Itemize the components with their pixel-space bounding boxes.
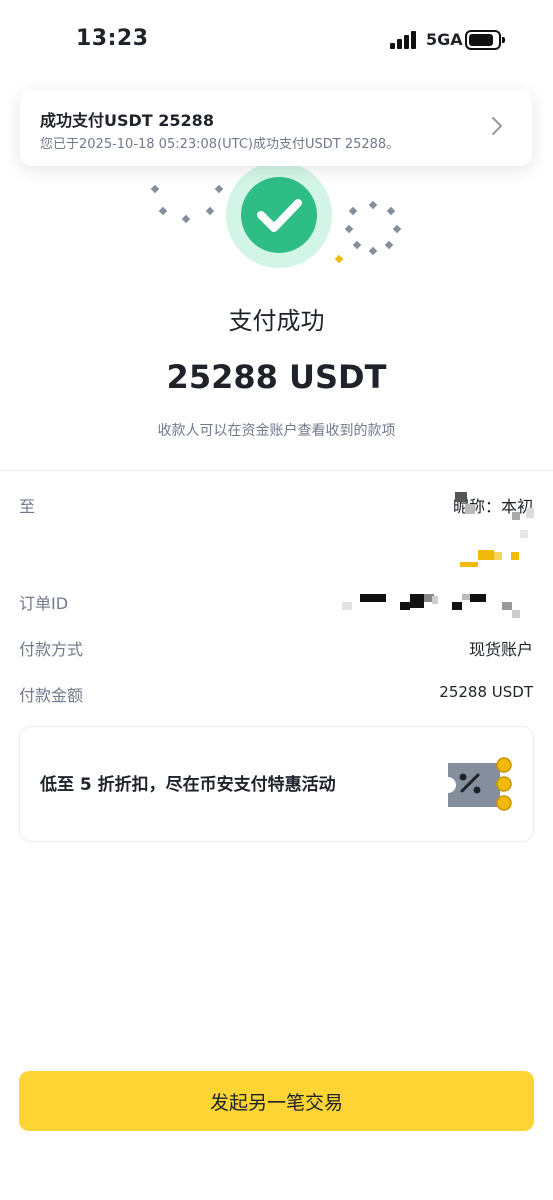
- payment-notification-banner[interactable]: 成功支付USDT 25288 您已于2025-10-18 05:23:08(UT…: [20, 90, 532, 166]
- order-id-label: 订单ID: [19, 594, 69, 613]
- network-label: 5GA: [426, 30, 463, 49]
- chevron-right-icon: [492, 117, 502, 135]
- to-label: 至: [19, 497, 36, 516]
- notification-body: 您已于2025-10-18 05:23:08(UTC)成功支付USDT 2528…: [40, 137, 400, 152]
- battery-icon: [465, 30, 505, 50]
- payment-amount-value: 25288 USDT: [439, 683, 533, 701]
- discount-coupon-icon: [448, 757, 512, 811]
- promo-card[interactable]: 低至 5 折折扣，尽在币安支付特惠活动: [19, 726, 534, 842]
- divider: [0, 470, 553, 471]
- payment-method-value: 现货账户: [468, 640, 533, 659]
- payment-amount: 25288 USDT: [166, 358, 387, 396]
- success-illustration: [140, 150, 420, 280]
- payment-amount-label: 付款金额: [19, 686, 84, 705]
- signal-icon: [390, 31, 418, 49]
- promo-text: 低至 5 折折扣，尽在币安支付特惠活动: [40, 775, 336, 795]
- status-time: 13:23: [76, 26, 149, 51]
- notification-title: 成功支付USDT 25288: [40, 111, 214, 130]
- payment-hint: 收款人可以在资金账户查看收到的款项: [157, 423, 396, 439]
- payment-method-label: 付款方式: [19, 640, 84, 659]
- success-check-icon: [226, 162, 332, 268]
- new-transaction-button[interactable]: 发起另一笔交易: [19, 1071, 534, 1131]
- payment-success-title: 支付成功: [228, 307, 325, 335]
- status-bar: 13:23 5GA: [0, 0, 553, 80]
